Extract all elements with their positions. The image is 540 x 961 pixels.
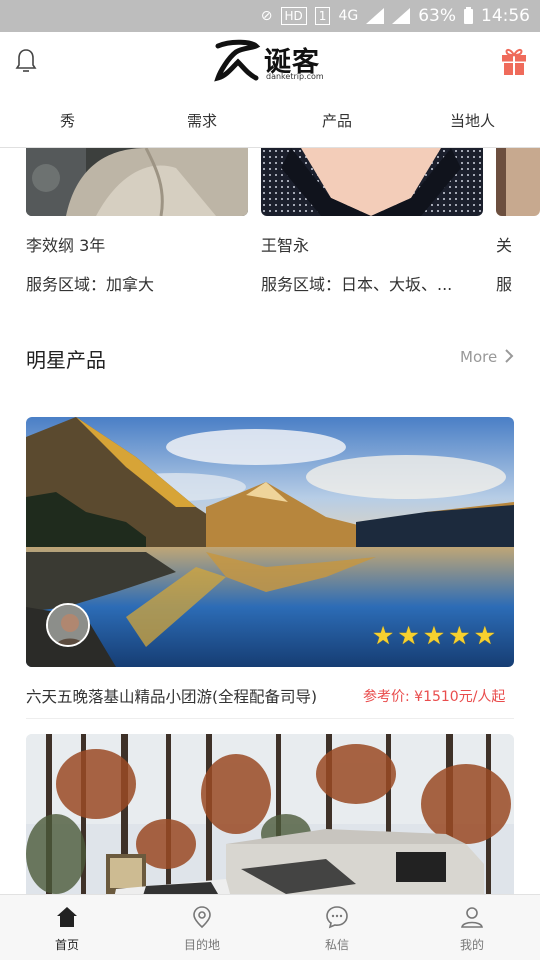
tab-products[interactable]: 产品 [322, 110, 352, 131]
logo-mark-icon [214, 39, 261, 82]
local-guide-card[interactable]: 关 服 [496, 148, 540, 294]
chevron-right-icon[interactable] [504, 348, 514, 364]
star-icon: ★ [371, 621, 395, 650]
star-icon: ★ [448, 621, 471, 650]
nav-label: 首页 [54, 938, 79, 952]
star-icon: ★ [473, 621, 496, 650]
nav-label: 私信 [324, 938, 349, 952]
hd-badge: HD [280, 7, 307, 25]
logo-subtext: danketrip.com [266, 72, 324, 81]
tab-demand[interactable]: 需求 [187, 110, 217, 131]
home-icon [57, 907, 77, 927]
signal-2g-icon [392, 8, 411, 24]
divider [26, 718, 514, 719]
guide-name: 关 [496, 236, 513, 255]
star-icon: ★ [397, 621, 420, 650]
signal-icon [366, 8, 385, 24]
local-guide-card[interactable]: 李效纲 3年 服务区域：加拿大 [26, 148, 248, 294]
app-header: 诞客 danketrip.com [0, 32, 540, 92]
product-image[interactable]: ★ ★ ★ ★ ★ [26, 417, 514, 667]
user-icon [461, 907, 483, 928]
category-tabs: 秀 需求 产品 当地人 [0, 92, 540, 148]
app-logo: 诞客 danketrip.com [212, 38, 332, 86]
guide-photo [496, 148, 540, 216]
nav-home[interactable]: 首页 [27, 895, 107, 961]
location-pin-icon [193, 906, 211, 929]
star-icon: ★ [422, 621, 446, 650]
nav-profile[interactable]: 我的 [432, 895, 512, 961]
guide-service-area: 服 [496, 275, 513, 294]
guide-service-area: 服务区域：加拿大 [26, 275, 155, 294]
battery-percent: 63% [418, 6, 456, 26]
guide-photo [261, 148, 483, 216]
tab-locals[interactable]: 当地人 [450, 110, 495, 131]
guide-service-area: 服务区域：日本、大坂、... [261, 275, 453, 294]
bell-icon[interactable] [14, 48, 38, 74]
local-guide-card[interactable]: 王智永 服务区域：日本、大坂、... [261, 148, 483, 294]
nav-destinations[interactable]: 目的地 [162, 895, 242, 961]
guide-photo [26, 148, 248, 216]
section-title: 明星产品 [26, 348, 106, 372]
main-content[interactable]: 李效纲 3年 服务区域：加拿大 王智永 服务区域：日本、大坂、... 关 服 明… [0, 148, 540, 894]
clock: 14:56 [481, 6, 530, 26]
nav-messages[interactable]: 私信 [297, 895, 377, 961]
chat-bubble-icon [326, 906, 348, 929]
tab-show[interactable]: 秀 [60, 110, 75, 131]
sim-badge: 1 [314, 7, 331, 25]
bottom-nav: 首页 目的地 私信 我的 [0, 894, 540, 960]
product-title[interactable]: 六天五晚落基山精品小团游(全程配备司导) [26, 685, 317, 707]
status-bar: ⊘ HD 1 4G 63% 14:56 [0, 0, 540, 32]
guide-name: 李效纲 3年 [26, 236, 106, 255]
guide-avatar[interactable] [46, 603, 90, 647]
mute-icon: ⊘ [260, 8, 273, 24]
star-rating: ★ ★ ★ ★ ★ [372, 623, 496, 648]
product-price: 参考价: ¥1510元/人起 [363, 689, 506, 705]
product-image[interactable] [26, 734, 514, 894]
nav-label: 目的地 [183, 938, 220, 952]
network-type: 4G [338, 8, 359, 24]
nav-label: 我的 [459, 938, 484, 952]
battery-icon [464, 6, 473, 24]
gift-icon[interactable] [500, 46, 528, 76]
more-link[interactable]: More [460, 348, 497, 366]
guide-name: 王智永 [261, 236, 310, 255]
